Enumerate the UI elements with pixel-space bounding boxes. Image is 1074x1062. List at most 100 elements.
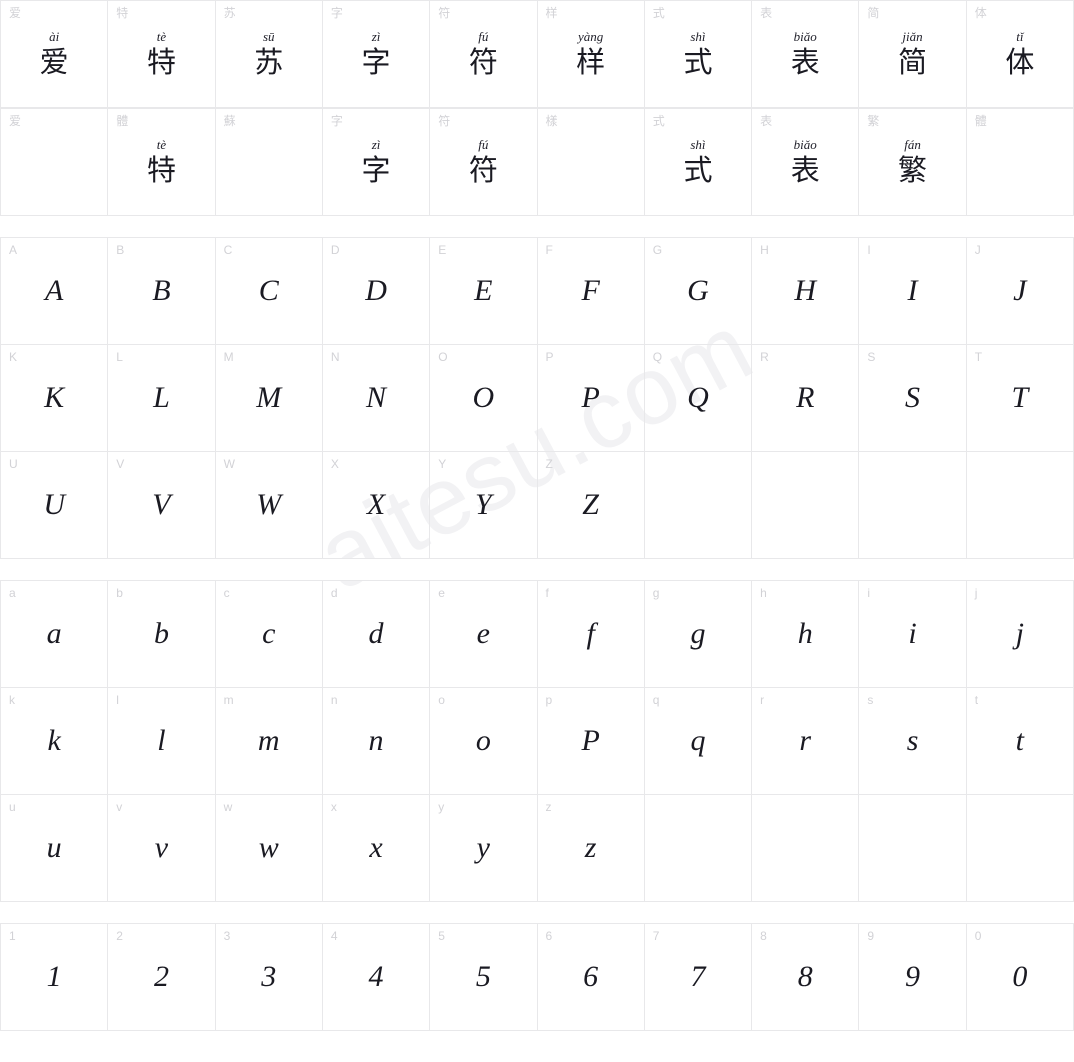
glyph-cell[interactable]: 11 bbox=[1, 924, 109, 1031]
glyph-cell[interactable]: bb bbox=[108, 581, 216, 688]
glyph-cell[interactable]: 符 fú 符 bbox=[430, 1, 538, 108]
glyph-cell[interactable]: mm bbox=[215, 688, 323, 795]
glyph-cell[interactable]: 体 tǐ 体 bbox=[966, 1, 1074, 108]
glyph-cell[interactable]: DD bbox=[322, 238, 431, 345]
glyph-cell[interactable]: zz bbox=[537, 795, 645, 902]
glyph-cell[interactable]: 爱 ài 爱 bbox=[1, 1, 109, 108]
glyph-cell[interactable]: ZZ bbox=[537, 452, 645, 559]
glyph-display: 1 bbox=[1, 924, 107, 1030]
glyph-cell[interactable]: 式 shì 式 bbox=[644, 1, 753, 108]
glyph-cell[interactable]: 55 bbox=[430, 924, 538, 1031]
glyph-cell[interactable]: aa bbox=[1, 581, 109, 688]
glyph-cell[interactable]: 式 shì 式 bbox=[644, 109, 753, 216]
glyph-cell[interactable]: ff bbox=[537, 581, 645, 688]
glyph-cell[interactable]: ww bbox=[215, 795, 323, 902]
glyph-cell[interactable]: 表 biǎo 表 bbox=[752, 1, 860, 108]
glyph-cell[interactable]: ii bbox=[859, 581, 967, 688]
glyph-cell[interactable]: 样 yàng 样 bbox=[537, 1, 645, 108]
glyph-cell[interactable]: UU bbox=[1, 452, 109, 559]
glyph-cell[interactable] bbox=[966, 452, 1074, 559]
glyph-cell[interactable]: 字 zì 字 bbox=[322, 1, 431, 108]
glyph-cell[interactable]: 繁 fán 繁 bbox=[859, 109, 967, 216]
glyph-cell[interactable]: 體 tè 特 bbox=[108, 109, 216, 216]
glyph-cell[interactable]: yy bbox=[430, 795, 538, 902]
glyph-cell[interactable]: SS bbox=[859, 345, 967, 452]
glyph-cell[interactable] bbox=[859, 795, 967, 902]
glyph-cell[interactable]: OO bbox=[430, 345, 538, 452]
glyph-character: 表 bbox=[790, 44, 820, 79]
glyph-cell[interactable]: LL bbox=[108, 345, 216, 452]
glyph-display: A bbox=[1, 238, 107, 344]
glyph-cell[interactable]: 體 bbox=[966, 109, 1074, 216]
glyph-cell[interactable]: xx bbox=[322, 795, 431, 902]
glyph-cell[interactable]: XX bbox=[322, 452, 431, 559]
glyph-cell[interactable]: AA bbox=[1, 238, 109, 345]
glyph-cell[interactable]: 字 zì 字 bbox=[322, 109, 431, 216]
glyph-cell[interactable]: GG bbox=[644, 238, 753, 345]
glyph-cell[interactable]: 表 biǎo 表 bbox=[752, 109, 860, 216]
glyph-cell[interactable]: 蘇 bbox=[215, 109, 323, 216]
glyph-cell[interactable]: hh bbox=[752, 581, 860, 688]
glyph-cell[interactable]: QQ bbox=[644, 345, 753, 452]
glyph-cell[interactable] bbox=[752, 795, 860, 902]
glyph-display: Y bbox=[430, 452, 536, 558]
glyph-cell[interactable]: WW bbox=[215, 452, 323, 559]
glyph-cell[interactable]: rr bbox=[752, 688, 860, 795]
glyph-cell[interactable]: jj bbox=[966, 581, 1074, 688]
glyph-display: D bbox=[323, 238, 429, 344]
glyph-cell[interactable]: 33 bbox=[215, 924, 323, 1031]
glyph-cell[interactable]: 44 bbox=[322, 924, 431, 1031]
glyph-cell[interactable]: kk bbox=[1, 688, 109, 795]
glyph-cell[interactable]: PP bbox=[537, 345, 645, 452]
glyph-cell[interactable]: gg bbox=[644, 581, 753, 688]
glyph-character: G bbox=[687, 274, 709, 307]
glyph-cell[interactable]: 简 jiǎn 简 bbox=[859, 1, 967, 108]
glyph-cell[interactable]: ss bbox=[859, 688, 967, 795]
glyph-cell[interactable]: FF bbox=[537, 238, 645, 345]
glyph-cell[interactable] bbox=[859, 452, 967, 559]
glyph-cell[interactable] bbox=[752, 452, 860, 559]
glyph-cell[interactable]: 樣 bbox=[537, 109, 645, 216]
glyph-cell[interactable]: 爱 bbox=[1, 109, 109, 216]
glyph-cell[interactable]: 77 bbox=[644, 924, 753, 1031]
glyph-cell[interactable]: uu bbox=[1, 795, 109, 902]
glyph-cell[interactable] bbox=[644, 452, 753, 559]
glyph-cell[interactable]: 符 fú 符 bbox=[430, 109, 538, 216]
glyph-cell[interactable]: ee bbox=[430, 581, 538, 688]
glyph-cell[interactable] bbox=[644, 795, 753, 902]
glyph-cell[interactable]: tt bbox=[966, 688, 1074, 795]
glyph-cell[interactable]: 22 bbox=[108, 924, 216, 1031]
glyph-cell[interactable]: 66 bbox=[537, 924, 645, 1031]
glyph-cell[interactable]: HH bbox=[752, 238, 860, 345]
glyph-character: e bbox=[476, 617, 490, 650]
glyph-cell[interactable]: VV bbox=[108, 452, 216, 559]
glyph-cell[interactable]: RR bbox=[752, 345, 860, 452]
glyph-cell[interactable]: CC bbox=[215, 238, 323, 345]
glyph-cell[interactable]: oo bbox=[430, 688, 538, 795]
glyph-cell[interactable]: ll bbox=[108, 688, 216, 795]
glyph-cell[interactable]: 苏 sū 苏 bbox=[215, 1, 323, 108]
glyph-cell[interactable]: qq bbox=[644, 688, 753, 795]
glyph-cell[interactable]: II bbox=[859, 238, 967, 345]
glyph-cell[interactable]: YY bbox=[430, 452, 538, 559]
glyph-cell[interactable]: 88 bbox=[752, 924, 860, 1031]
glyph-cell[interactable]: BB bbox=[108, 238, 216, 345]
glyph-cell[interactable]: nn bbox=[322, 688, 431, 795]
glyph-cell[interactable]: dd bbox=[322, 581, 431, 688]
glyph-character: 4 bbox=[368, 960, 384, 993]
glyph-cell[interactable]: TT bbox=[966, 345, 1074, 452]
glyph-cell[interactable]: cc bbox=[215, 581, 323, 688]
glyph-cell[interactable]: vv bbox=[108, 795, 216, 902]
glyph-cell[interactable]: pP bbox=[537, 688, 645, 795]
glyph-cell[interactable]: 99 bbox=[859, 924, 967, 1031]
glyph-cell[interactable]: JJ bbox=[966, 238, 1074, 345]
glyph-display: jiǎn 简 bbox=[859, 1, 965, 107]
glyph-cell[interactable]: 特 tè 特 bbox=[108, 1, 216, 108]
glyph-cell[interactable] bbox=[966, 795, 1074, 902]
glyph-cell[interactable]: EE bbox=[430, 238, 538, 345]
glyph-cell[interactable]: MM bbox=[215, 345, 323, 452]
glyph-cell[interactable]: NN bbox=[322, 345, 431, 452]
glyph-cell[interactable]: 00 bbox=[966, 924, 1074, 1031]
glyph-display bbox=[752, 452, 858, 558]
glyph-cell[interactable]: KK bbox=[1, 345, 109, 452]
